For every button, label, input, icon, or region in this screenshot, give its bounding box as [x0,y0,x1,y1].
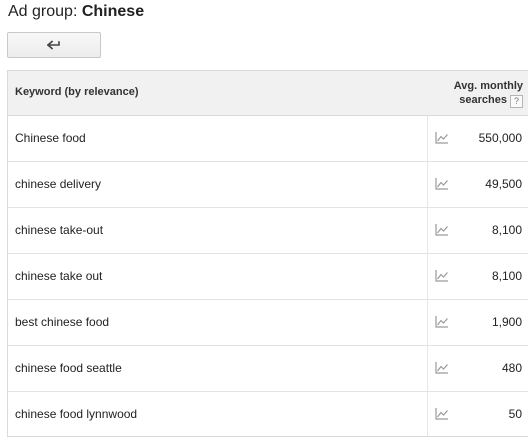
table-header: Keyword (by relevance) Avg. monthly sear… [8,71,528,116]
column-divider [427,392,428,436]
back-arrow-icon [47,40,60,50]
help-icon[interactable]: ? [510,95,523,108]
avg-monthly-searches-cell: 49,500 [485,177,522,191]
ad-group-name: Chinese [81,3,145,20]
avg-monthly-searches-cell: 550,000 [478,131,522,145]
avg-monthly-searches-cell: 8,100 [491,223,522,237]
table-row: chinese food seattle 480 [8,346,528,392]
keyword-cell[interactable]: Chinese food [15,131,86,145]
column-divider [427,162,428,207]
column-header-searches-line1: Avg. monthly [453,80,523,92]
keyword-cell[interactable]: best chinese food [15,315,109,329]
column-header-keyword[interactable]: Keyword (by relevance) [15,86,139,98]
line-chart-icon[interactable] [435,224,449,236]
line-chart-icon[interactable] [435,408,449,420]
ad-group-prefix: Ad group: [8,3,78,20]
back-button[interactable] [7,32,101,58]
keyword-cell[interactable]: chinese food lynnwood [15,407,137,421]
table-row: chinese take-out 8,100 [8,208,528,254]
column-divider [427,346,428,391]
column-divider [427,116,428,161]
keyword-cell[interactable]: chinese take-out [15,223,103,237]
column-header-searches[interactable]: Avg. monthly searches? [454,79,523,108]
table-row: chinese take out 8,100 [8,254,528,300]
keyword-table: Keyword (by relevance) Avg. monthly sear… [7,70,528,437]
avg-monthly-searches-cell: 8,100 [491,269,522,283]
table-row: chinese delivery 49,500 [8,162,528,208]
keyword-planner-page: Ad group: Chinese Keyword (by relevance)… [0,0,528,438]
keyword-cell[interactable]: chinese food seattle [15,361,122,375]
table-body: Chinese food 550,000 chinese delivery 49,50… [8,116,528,436]
column-divider [427,208,428,253]
column-header-searches-line2: searches [459,94,507,106]
keyword-cell[interactable]: chinese take out [15,269,102,283]
keyword-cell[interactable]: chinese delivery [15,177,101,191]
line-chart-icon[interactable] [435,362,449,374]
column-divider [427,254,428,299]
line-chart-icon[interactable] [435,178,449,190]
avg-monthly-searches-cell: 480 [501,361,522,375]
line-chart-icon[interactable] [435,316,449,328]
table-row: chinese food lynnwood 50 [8,392,528,436]
table-row: best chinese food 1,900 [8,300,528,346]
line-chart-icon[interactable] [435,132,449,144]
page-title: Ad group: Chinese [8,2,144,22]
table-row: Chinese food 550,000 [8,116,528,162]
avg-monthly-searches-cell: 50 [508,407,522,421]
column-divider [427,300,428,345]
avg-monthly-searches-cell: 1,900 [491,315,522,329]
line-chart-icon[interactable] [435,270,449,282]
